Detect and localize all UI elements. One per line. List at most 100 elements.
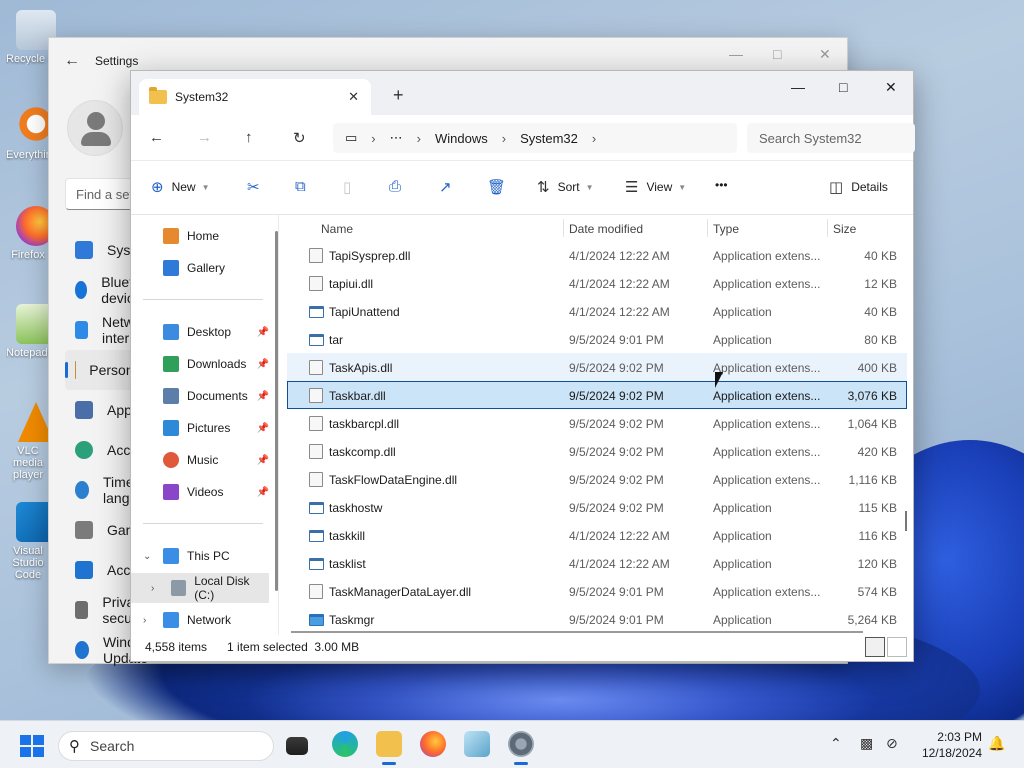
close-tab-icon[interactable]: ✕ [348,89,359,105]
tab-system32[interactable]: System32 ✕ [139,79,371,115]
pin-icon[interactable]: 📌 [257,487,269,498]
file-name: TapiUnattend [329,305,400,319]
chevron-down-icon[interactable]: ⌄ [143,551,151,562]
sort-ascending-icon: ⌃ [433,215,441,221]
column-type[interactable]: Type [713,222,739,236]
breadcrumb-windows[interactable]: Windows [435,131,488,146]
chevron-up-icon[interactable]: ⌃ [830,735,842,752]
nav-videos[interactable]: Videos 📌 [131,477,271,507]
sort-button[interactable]: ⇅ Sort ▼ [537,178,594,196]
nav-music[interactable]: Music 📌 [131,445,271,475]
column-name[interactable]: Name [321,222,353,236]
table-row[interactable]: tar 9/5/2024 9:01 PM Application 80 KB [287,325,907,353]
details-view-icon[interactable] [865,637,885,657]
back-arrow-icon[interactable]: ← [149,129,164,146]
start-button[interactable] [20,735,44,757]
new-button[interactable]: ⊕ New ▼ [151,178,210,196]
table-row[interactable]: TapiUnattend 4/1/2024 12:22 AM Application… [287,297,907,325]
more-crumbs-icon[interactable]: ⋯ [390,130,403,146]
clock[interactable]: 2:03 PM 12/18/2024 [922,729,982,761]
chevron-right-icon[interactable]: › [502,131,506,146]
chevron-right-icon[interactable]: › [417,131,421,146]
close-icon[interactable]: ✕ [819,46,831,63]
pin-icon[interactable]: 📌 [257,327,269,338]
file-type: Application [713,557,772,571]
table-row[interactable]: tasklist 4/1/2024 12:22 AM Application 120 … [287,549,907,577]
minimize-icon[interactable]: — [791,79,805,95]
nav-pictures[interactable]: Pictures 📌 [131,413,271,443]
table-row[interactable]: TaskApis.dll 9/5/2024 9:02 PM Application … [287,353,907,381]
file-explorer-icon[interactable] [376,731,402,765]
taskbar-search[interactable]: ⚲ Search [58,731,274,761]
rename-button[interactable]: ⎙ [389,178,409,195]
details-pane-button[interactable]: ◫ Details [829,178,888,196]
table-row[interactable]: taskhostw 9/5/2024 9:02 PM Application 115 … [287,493,907,521]
search-input[interactable]: Search System32 [747,123,915,153]
application-icon [309,614,324,626]
nav-this-pc[interactable]: ⌄ This PC [131,541,271,571]
maximize-icon[interactable]: □ [773,46,781,62]
notification-bell-icon[interactable]: 🔔 [988,735,1005,752]
table-row[interactable]: Taskmgr 9/5/2024 9:01 PM Application 5,264 … [287,605,907,633]
column-divider[interactable] [827,219,828,237]
refresh-icon[interactable]: ↻ [293,129,306,147]
pin-icon[interactable]: 📌 [257,359,269,370]
table-row[interactable]: tapiui.dll 4/1/2024 12:22 AM Application e… [287,269,907,297]
nav-network[interactable]: › Network [131,605,271,635]
breadcrumb[interactable]: ▭ › ⋯ › Windows › System32 › [333,123,737,153]
monitor-icon[interactable]: ▭ [345,130,357,146]
table-row[interactable]: taskkill 4/1/2024 12:22 AM Application 116 … [287,521,907,549]
more-options-button[interactable]: ••• [715,178,728,192]
file-name: TaskApis.dll [329,361,393,375]
breadcrumb-system32[interactable]: System32 [520,131,578,146]
table-row[interactable]: taskbarcpl.dll 9/5/2024 9:02 PM Applicatio… [287,409,907,437]
app-icon[interactable] [464,731,490,757]
delete-button[interactable]: 🗑 [487,178,514,196]
nav-documents[interactable]: Documents 📌 [131,381,271,411]
table-row[interactable]: TapiSysprep.dll 4/1/2024 12:22 AM Applicat… [287,241,907,269]
avatar[interactable] [67,100,123,156]
edge-icon[interactable] [332,731,358,757]
nav-gallery[interactable]: Gallery [131,253,271,283]
copy-button[interactable]: ⧉ [295,178,314,195]
column-divider[interactable] [563,219,564,237]
nav-downloads[interactable]: Downloads 📌 [131,349,271,379]
network-status-icon[interactable]: ▩ [860,735,873,752]
new-tab-button[interactable]: + [393,85,404,106]
close-icon[interactable]: ✕ [885,79,897,96]
nav-home[interactable]: Home [131,221,271,251]
minimize-icon[interactable]: — [729,46,743,62]
up-arrow-icon[interactable]: ↑ [245,129,253,146]
file-rows: TapiSysprep.dll 4/1/2024 12:22 AM Applicat… [287,241,907,633]
task-view-icon[interactable] [286,737,308,755]
back-arrow-icon[interactable]: ← [49,52,95,70]
pin-icon[interactable]: 📌 [257,455,269,466]
nav-local-disk[interactable]: › Local Disk (C:) [131,573,269,603]
nav-scrollbar[interactable] [275,231,278,591]
table-row[interactable]: TaskFlowDataEngine.dll 9/5/2024 9:02 PM Ap… [287,465,907,493]
share-button[interactable]: ↗ [439,178,460,196]
chevron-right-icon[interactable]: › [143,615,146,626]
chevron-right-icon[interactable]: › [592,131,596,146]
paste-button[interactable]: ▯ [343,178,359,196]
volume-muted-icon[interactable]: ⊘ [886,735,898,752]
maximize-icon[interactable]: □ [839,79,847,95]
settings-gear-icon[interactable] [508,731,534,765]
table-row[interactable]: Taskbar.dll 9/5/2024 9:02 PM Application e… [287,381,907,409]
firefox-icon[interactable] [420,731,446,757]
column-size[interactable]: Size [833,222,856,236]
chevron-right-icon[interactable]: › [151,583,154,594]
column-date-modified[interactable]: Date modified [569,222,643,236]
column-divider[interactable] [707,219,708,237]
nav-desktop[interactable]: Desktop 📌 [131,317,271,347]
cut-button[interactable]: ✂ [247,178,268,196]
vertical-scrollbar[interactable] [905,511,907,531]
chevron-right-icon[interactable]: › [371,131,375,146]
table-row[interactable]: TaskManagerDataLayer.dll 9/5/2024 9:01 PM… [287,577,907,605]
table-row[interactable]: taskcomp.dll 9/5/2024 9:02 PM Application … [287,437,907,465]
pin-icon[interactable]: 📌 [257,423,269,434]
view-button[interactable]: ☰ View ▼ [625,178,686,196]
tiles-view-icon[interactable] [887,637,907,657]
pin-icon[interactable]: 📌 [257,391,269,402]
forward-arrow-icon[interactable]: → [197,129,212,146]
